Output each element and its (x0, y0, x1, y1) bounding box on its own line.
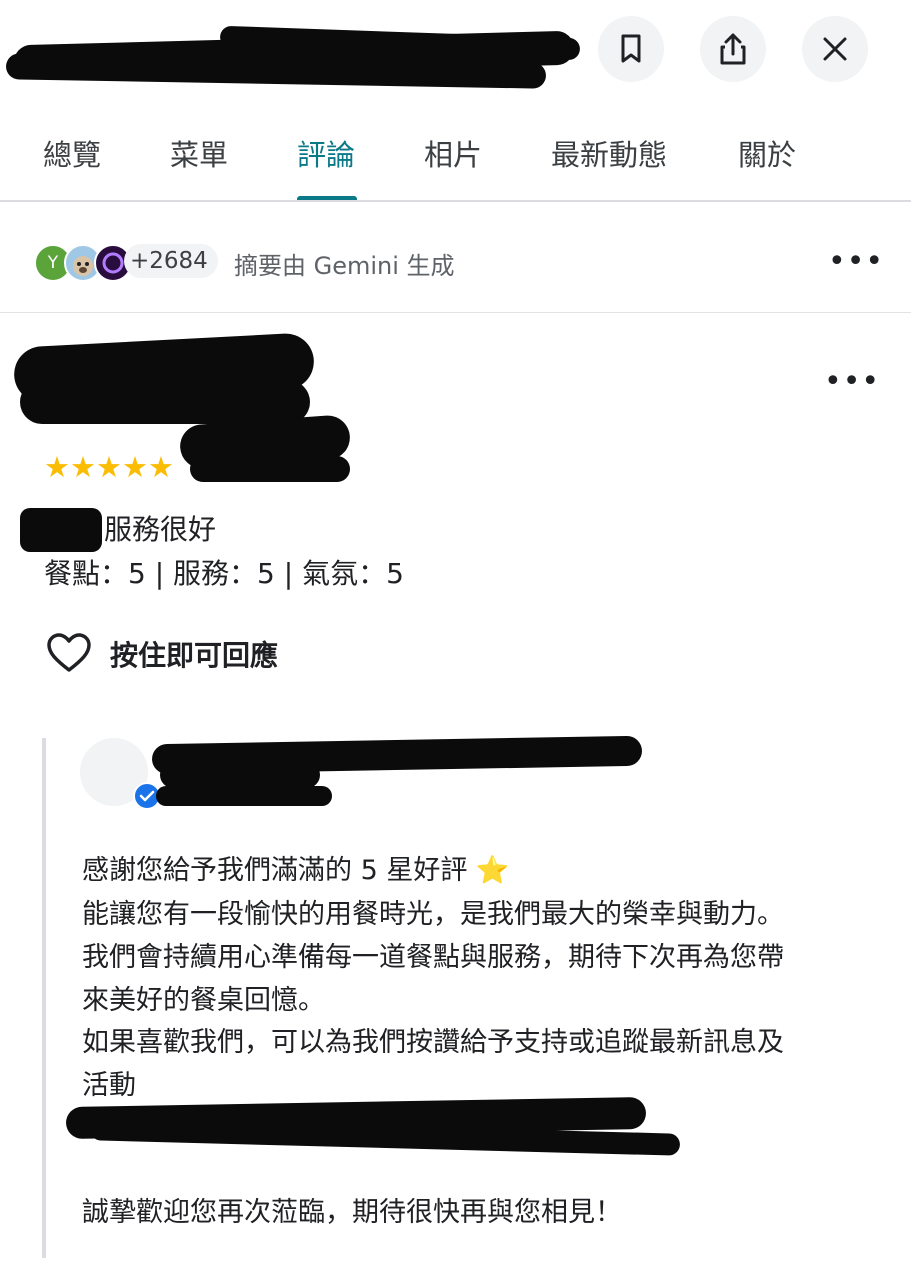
gemini-summary-label: 摘要由 Gemini 生成 (234, 252, 455, 280)
star-rating: ★★★★★ (44, 450, 174, 484)
bookmark-icon (621, 34, 641, 63)
share-icon (720, 33, 746, 65)
close-icon (823, 37, 847, 61)
owner-reply-line: 活動 (82, 1070, 136, 1101)
react-hint-label: 按住即可回應 (110, 639, 279, 672)
owner-reply-line: 來美好的餐桌回憶。 (82, 985, 325, 1016)
tab-bar: 總覽 菜單 評論 相片 最新動態 關於 (0, 118, 911, 200)
review-text: 服務很好 (104, 513, 217, 546)
star-icon: ★ (122, 450, 148, 484)
star-icon: ★ (70, 450, 96, 484)
section-divider (0, 312, 911, 313)
owner-reply-line: 能讓您有一段愉快的用餐時光，是我們最大的榮幸與動力。 (82, 899, 784, 930)
star-icon: ★ (148, 450, 174, 484)
tab-reviews[interactable]: 評論 (297, 132, 355, 174)
owner-reply-line: 誠摯歡迎您再次蒞臨，期待很快再與您相見！ (82, 1197, 622, 1228)
review-more-button[interactable]: ••• (824, 364, 880, 399)
bookmark-button[interactable] (598, 16, 664, 82)
owner-reply-line: 如果喜歡我們，可以為我們按讚給予支持或追蹤最新訊息及 (82, 1027, 784, 1058)
tab-overview[interactable]: 總覽 (43, 132, 101, 174)
close-button[interactable] (802, 16, 868, 82)
summary-more-button[interactable]: ••• (828, 244, 884, 279)
place-header: 總覽 菜單 評論 相片 最新動態 關於 (0, 0, 911, 200)
tab-menu[interactable]: 菜單 (170, 132, 228, 174)
share-button[interactable] (700, 16, 766, 82)
star-icon: ★ (96, 450, 122, 484)
star-icon: ★ (44, 450, 70, 484)
react-button[interactable] (46, 632, 92, 678)
reply-indent-bar (42, 738, 46, 1258)
owner-reply-line: 感謝您給予我們滿滿的 5 星好評 ⭐ (82, 855, 510, 886)
tab-updates[interactable]: 最新動態 (551, 132, 667, 174)
owner-reply-line: 我們會持續用心準備每一道餐點與服務，期待下次再為您帶 (82, 942, 784, 973)
tab-photos[interactable]: 相片 (424, 132, 482, 174)
heart-outline-icon (47, 633, 91, 672)
header-divider (0, 200, 911, 202)
tab-about[interactable]: 關於 (738, 132, 796, 174)
review-subratings: 餐點：5 | 服務：5 | 氣氛：5 (44, 557, 404, 590)
redacted-review-text (20, 508, 102, 552)
reviewer-count-badge: +2684 (124, 244, 218, 278)
